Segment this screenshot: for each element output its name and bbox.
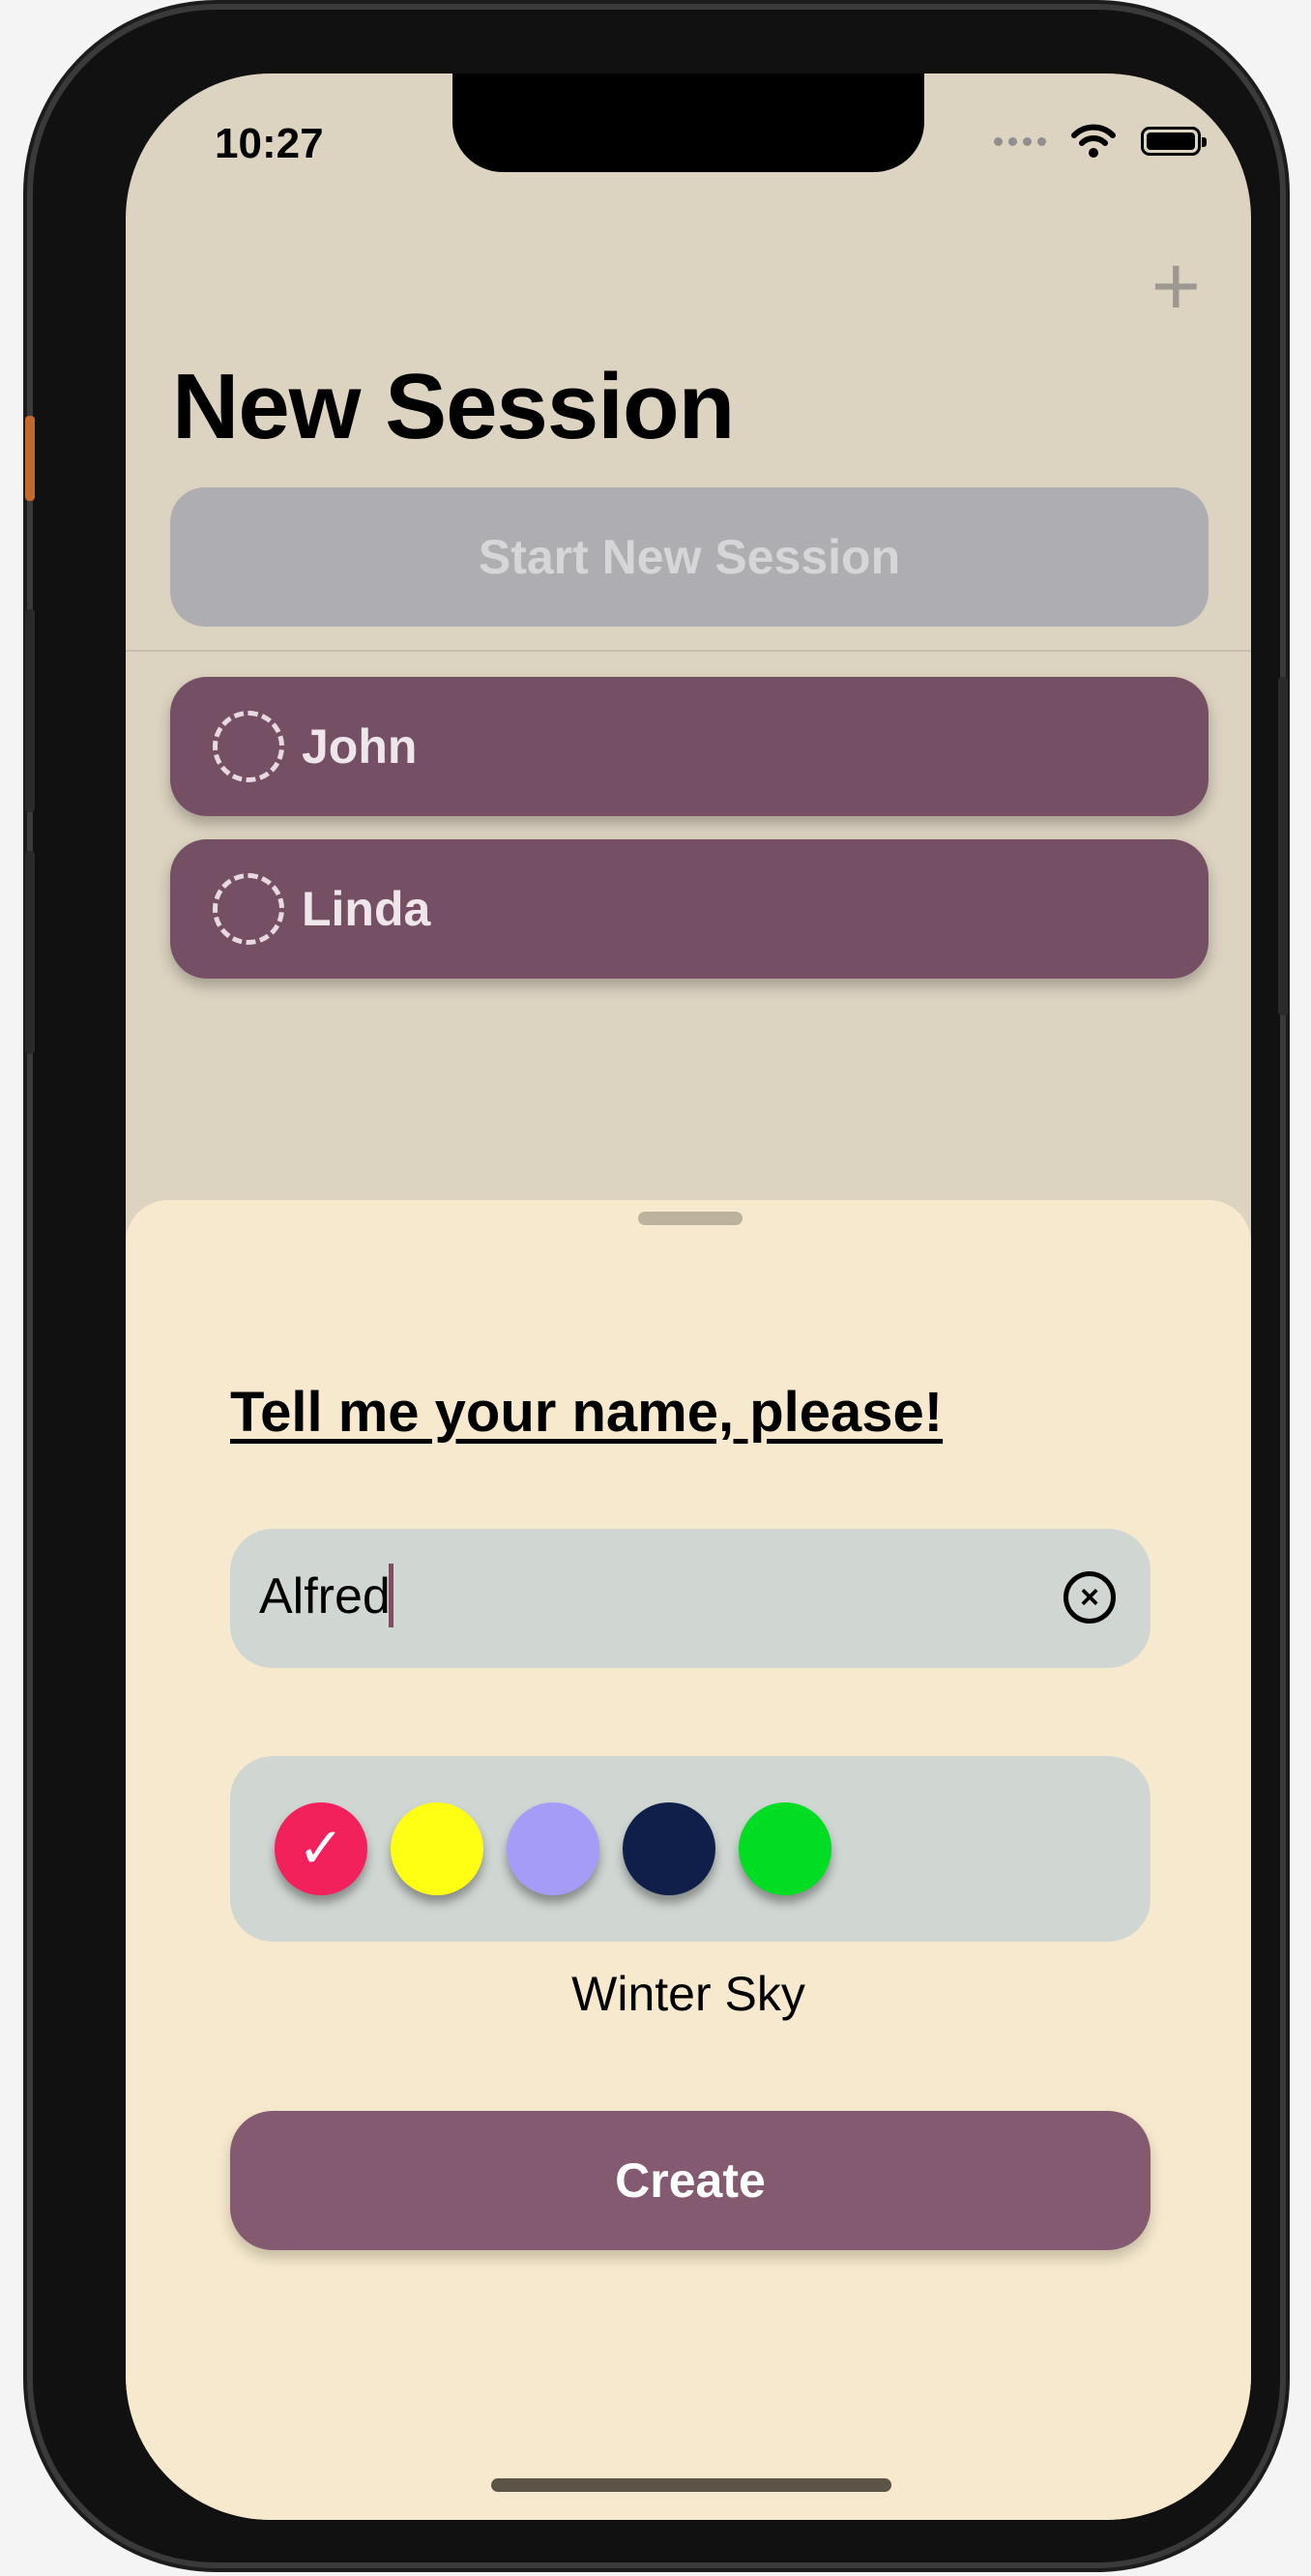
clear-icon[interactable]: × (1063, 1571, 1116, 1624)
selected-color-name: Winter Sky (571, 1967, 805, 2021)
person-name: John (302, 719, 418, 774)
volume-down-button (25, 851, 35, 1054)
volume-up-button (25, 609, 35, 812)
app-screen: 10:27 + New Session Start New Session Jo… (126, 73, 1251, 2520)
page-title: New Session (172, 355, 735, 458)
color-swatch-pink[interactable]: ✓ (275, 1802, 367, 1895)
dashed-circle-icon (213, 711, 284, 782)
bottom-sheet: Tell me your name, please! Alfred × ✓ Wi… (126, 1200, 1251, 2520)
start-new-session-button[interactable]: Start New Session (170, 487, 1209, 627)
power-button (1278, 677, 1288, 1015)
text-caret (388, 1564, 393, 1628)
add-button[interactable]: + (1151, 244, 1201, 329)
color-swatch-yellow[interactable] (391, 1802, 483, 1895)
battery-icon (1141, 127, 1207, 156)
sheet-grabber[interactable] (638, 1212, 743, 1225)
status-time: 10:27 (215, 120, 324, 167)
action-button (25, 416, 35, 501)
dashed-circle-icon (213, 873, 284, 945)
person-name: Linda (302, 882, 431, 936)
name-input-text: Alfred (259, 1564, 393, 1631)
color-swatch-lavender[interactable] (507, 1802, 599, 1895)
home-indicator[interactable] (491, 2478, 891, 2492)
divider (126, 650, 1251, 652)
create-button[interactable]: Create (230, 2111, 1151, 2250)
name-input-value: Alfred (259, 1568, 391, 1625)
cellular-icon (994, 136, 1046, 146)
color-picker: ✓ (230, 1756, 1151, 1942)
name-prompt: Tell me your name, please! (230, 1381, 944, 1444)
notch (452, 73, 924, 172)
person-row-linda[interactable]: Linda (170, 839, 1209, 979)
wifi-icon (1071, 124, 1116, 158)
phone-frame: 10:27 + New Session Start New Session Jo… (25, 10, 1288, 2562)
color-swatch-navy[interactable] (623, 1802, 715, 1895)
checkmark-icon: ✓ (297, 1817, 345, 1880)
color-swatch-green[interactable] (739, 1802, 831, 1895)
name-input[interactable]: Alfred × (230, 1529, 1151, 1668)
person-row-john[interactable]: John (170, 677, 1209, 816)
status-icons (994, 124, 1207, 159)
